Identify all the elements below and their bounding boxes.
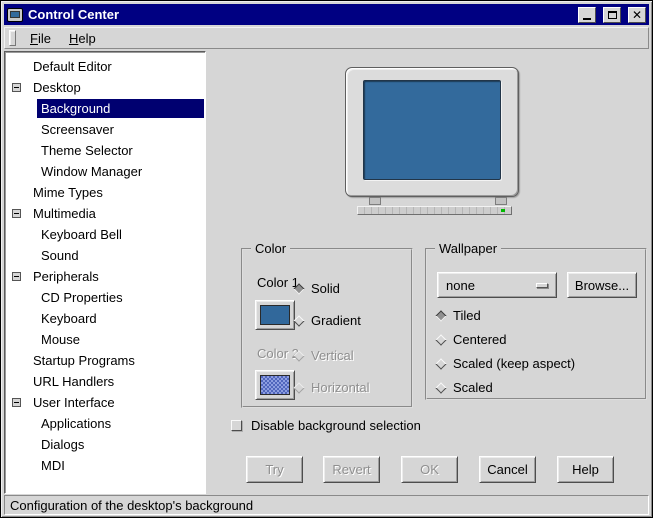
- tree-item-mime-types[interactable]: Mime Types: [5, 182, 205, 203]
- radio-indicator-icon: [293, 283, 304, 294]
- maximize-icon: [608, 11, 617, 19]
- wallpaper-frame-title: Wallpaper: [435, 241, 501, 256]
- tree-item-peripherals[interactable]: Peripherals: [5, 266, 205, 287]
- color1-picker-button[interactable]: [255, 300, 295, 330]
- wallpaper-file-select[interactable]: none: [437, 272, 557, 298]
- menubar-grip-handle[interactable]: [9, 30, 16, 46]
- preview-keyboard: [357, 206, 512, 215]
- radio-scaled[interactable]: Scaled: [437, 380, 493, 395]
- radio-gradient[interactable]: Gradient: [295, 313, 361, 328]
- tree-item-url-handlers[interactable]: URL Handlers: [5, 371, 205, 392]
- color1-swatch: [260, 305, 290, 325]
- radio-indicator-icon: [293, 315, 304, 326]
- tree-item-keyboard[interactable]: Keyboard: [5, 308, 205, 329]
- statusbar: Configuration of the desktop's backgroun…: [4, 495, 649, 515]
- color-frame-title: Color: [251, 241, 290, 256]
- monitor-foot-right: [495, 197, 507, 205]
- radio-indicator-icon: [293, 382, 304, 393]
- monitor-foot-left: [369, 197, 381, 205]
- tree-item-cd-properties[interactable]: CD Properties: [5, 287, 205, 308]
- tree-item-theme-selector[interactable]: Theme Selector: [5, 140, 205, 161]
- color2-picker-button[interactable]: [255, 370, 295, 400]
- status-text: Configuration of the desktop's backgroun…: [10, 498, 253, 513]
- radio-indicator-icon: [435, 382, 446, 393]
- radio-horizontal[interactable]: Horizontal: [295, 380, 370, 395]
- revert-button[interactable]: Revert: [323, 456, 380, 483]
- radio-vertical[interactable]: Vertical: [295, 348, 354, 363]
- tree-collapse-icon[interactable]: [12, 398, 21, 407]
- tree-item-mdi[interactable]: MDI: [5, 455, 205, 476]
- radio-indicator-icon: [435, 334, 446, 345]
- tree-item-screensaver[interactable]: Screensaver: [5, 119, 205, 140]
- radio-indicator-icon: [435, 310, 446, 321]
- option-menu-indicator-icon: [536, 283, 548, 288]
- radio-tiled[interactable]: Tiled: [437, 308, 481, 323]
- radio-centered[interactable]: Centered: [437, 332, 506, 347]
- tree-item-startup-programs[interactable]: Startup Programs: [5, 350, 205, 371]
- tree-item-multimedia[interactable]: Multimedia: [5, 203, 205, 224]
- close-button[interactable]: ✕: [628, 7, 646, 23]
- color-frame: Color Color 1 Solid Gradient Color 2 Ver…: [241, 248, 413, 408]
- maximize-button[interactable]: [603, 7, 621, 23]
- minimize-icon: [583, 18, 591, 20]
- background-settings-panel: Color Color 1 Solid Gradient Color 2 Ver…: [207, 51, 651, 494]
- tree-item-sound[interactable]: Sound: [5, 245, 205, 266]
- cancel-button[interactable]: Cancel: [479, 456, 536, 483]
- app-icon[interactable]: [7, 8, 23, 22]
- close-icon: ✕: [632, 9, 642, 21]
- radio-scaled-keep-aspect[interactable]: Scaled (keep aspect): [437, 356, 575, 371]
- menu-help[interactable]: Help: [60, 29, 105, 48]
- try-button[interactable]: Try: [246, 456, 303, 483]
- minimize-button[interactable]: [578, 7, 596, 23]
- tree-item-dialogs[interactable]: Dialogs: [5, 434, 205, 455]
- control-center-window: Control Center ✕ File Help Default Edito…: [0, 0, 653, 518]
- tree-item-background[interactable]: Background: [5, 98, 205, 119]
- category-tree: Default Editor Desktop Background Screen…: [4, 51, 206, 494]
- browse-button[interactable]: Browse...: [567, 272, 637, 298]
- radio-indicator-icon: [293, 350, 304, 361]
- tree-item-default-editor[interactable]: Default Editor: [5, 56, 205, 77]
- help-button[interactable]: Help: [557, 456, 614, 483]
- tree-collapse-icon[interactable]: [12, 272, 21, 281]
- tree-collapse-icon[interactable]: [12, 83, 21, 92]
- color2-swatch: [260, 375, 290, 395]
- tree-collapse-icon[interactable]: [12, 209, 21, 218]
- color2-label: Color 2: [257, 346, 299, 361]
- tree-item-keyboard-bell[interactable]: Keyboard Bell: [5, 224, 205, 245]
- disable-background-checkbox[interactable]: Disable background selection: [231, 418, 421, 433]
- tree-item-user-interface[interactable]: User Interface: [5, 392, 205, 413]
- tree-item-window-manager[interactable]: Window Manager: [5, 161, 205, 182]
- desktop-preview-monitor: [345, 67, 519, 197]
- titlebar[interactable]: Control Center ✕: [4, 4, 649, 25]
- checkbox-box-icon: [231, 420, 242, 431]
- checkbox-label: Disable background selection: [251, 418, 421, 433]
- wallpaper-file-value: none: [446, 278, 475, 293]
- desktop-preview-screen: [363, 80, 501, 180]
- ok-button[interactable]: OK: [401, 456, 458, 483]
- wallpaper-frame: Wallpaper none Browse... Tiled Centered …: [425, 248, 647, 400]
- radio-solid[interactable]: Solid: [295, 281, 340, 296]
- menu-file[interactable]: File: [21, 29, 60, 48]
- menubar: File Help: [4, 27, 649, 49]
- tree-item-mouse[interactable]: Mouse: [5, 329, 205, 350]
- tree-item-applications[interactable]: Applications: [5, 413, 205, 434]
- radio-indicator-icon: [435, 358, 446, 369]
- tree-item-desktop[interactable]: Desktop: [5, 77, 205, 98]
- keyboard-led: [501, 209, 505, 212]
- window-title: Control Center: [28, 7, 571, 22]
